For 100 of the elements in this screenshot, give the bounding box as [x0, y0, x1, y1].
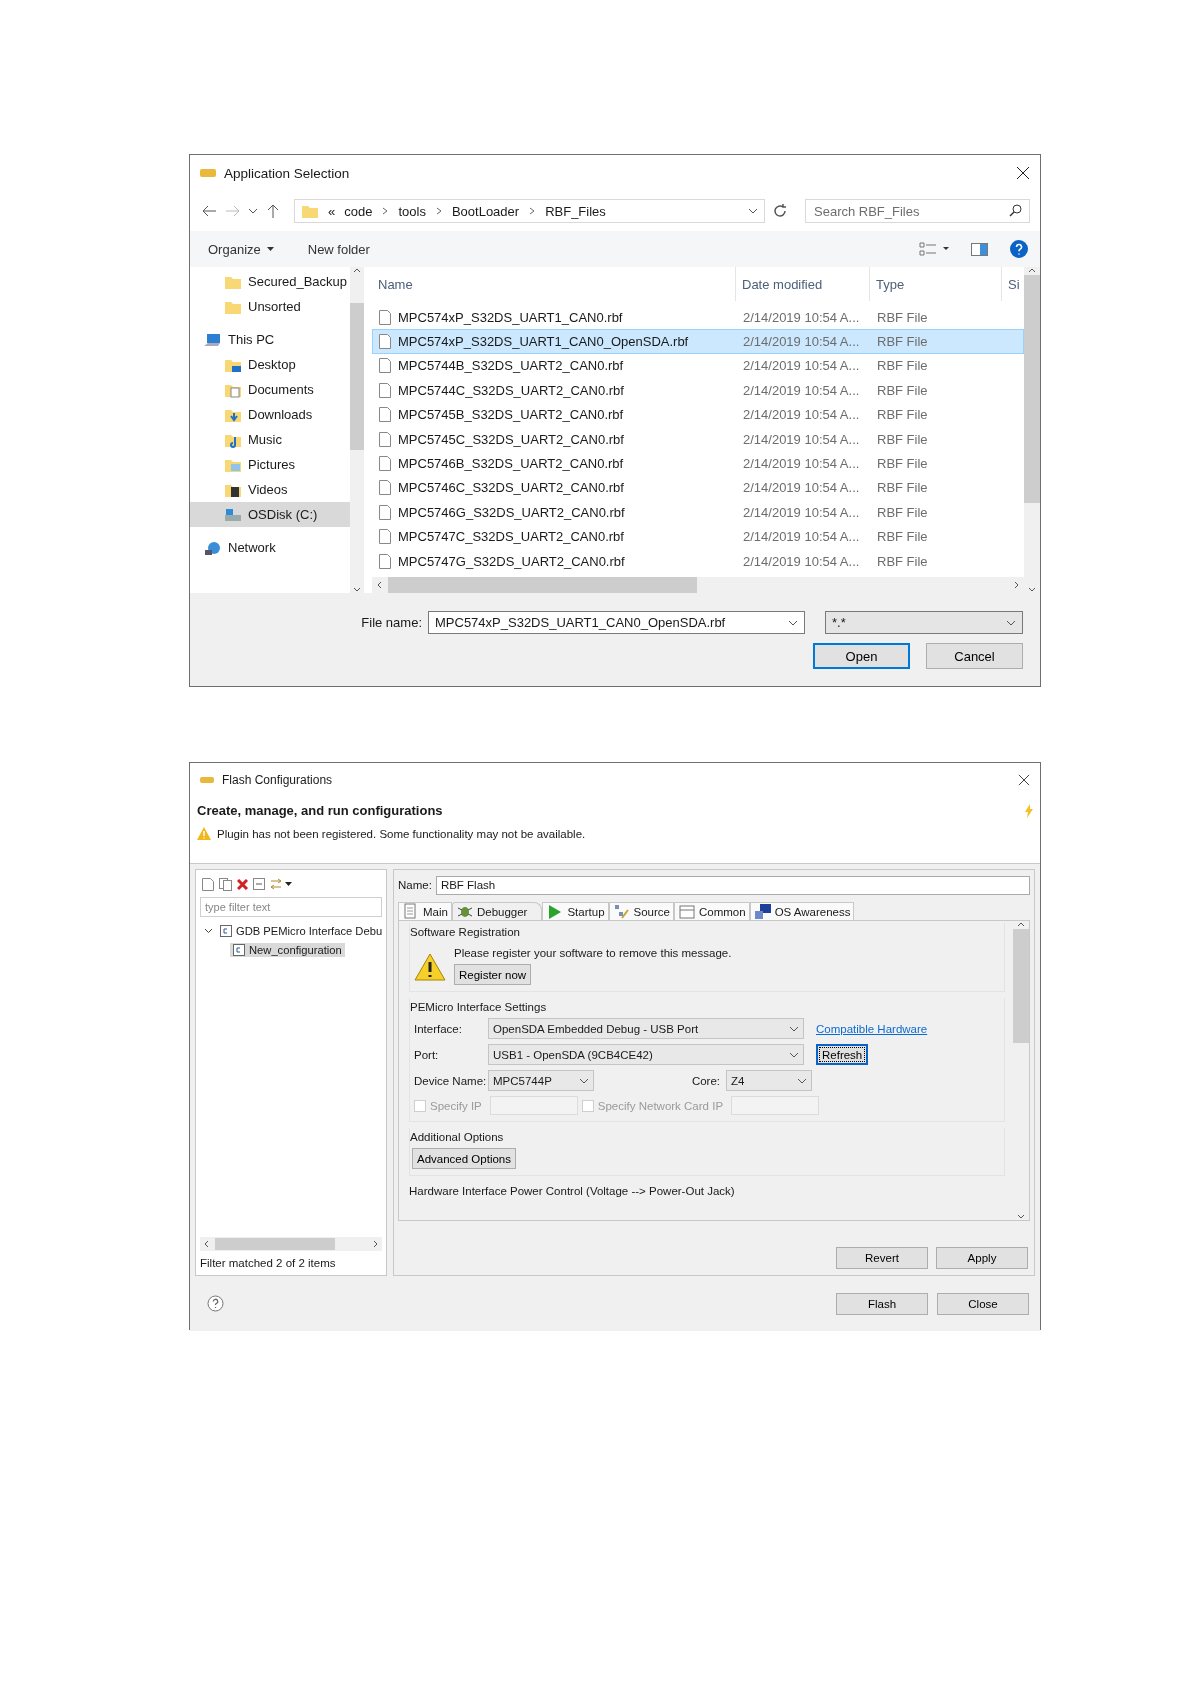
tree-item[interactable]: GDB PEMicro Interface Debu — [217, 923, 386, 938]
nav-item[interactable]: Music — [190, 427, 350, 452]
core-dropdown[interactable]: Z4 — [726, 1070, 812, 1091]
nav-item[interactable]: Secured_Backup — [190, 269, 350, 294]
file-row[interactable]: MPC5747G_S32DS_UART2_CAN0.rbf 2/14/2019 10:54 A... RBF File — [372, 548, 1024, 574]
date-modified: 2/14/2019 10:54 A... — [743, 456, 860, 472]
file-type: RBF File — [877, 358, 928, 374]
scroll-left-icon[interactable] — [376, 581, 382, 589]
help-icon[interactable] — [1010, 240, 1028, 258]
advanced-options-button[interactable]: Advanced Options — [412, 1148, 516, 1169]
delete-icon[interactable] — [237, 878, 248, 890]
dialog-button[interactable]: Flash — [836, 1292, 928, 1315]
file-name-field[interactable]: MPC574xP_S32DS_UART1_CAN0_OpenSDA.rbf — [428, 611, 805, 634]
scroll-up-icon[interactable] — [1028, 267, 1036, 273]
dialog-button[interactable]: Cancel — [926, 643, 1023, 669]
nav-item[interactable]: Videos — [190, 477, 350, 502]
duplicate-icon[interactable] — [219, 877, 232, 891]
breadcrumb[interactable]: RBF_Files — [545, 203, 606, 219]
refresh-button[interactable]: Refresh — [816, 1044, 869, 1065]
scrollbar[interactable] — [1024, 267, 1040, 593]
scroll-down-icon[interactable] — [1028, 587, 1036, 593]
nav-item[interactable]: Unsorted — [190, 294, 350, 319]
help-icon[interactable] — [207, 1295, 224, 1312]
register-button[interactable]: Register now — [454, 964, 532, 985]
file-row[interactable]: MPC5746B_S32DS_UART2_CAN0.rbf 2/14/2019 10:54 A... RBF File — [372, 451, 1024, 476]
scrollbar[interactable] — [200, 1237, 382, 1251]
filter-field[interactable]: type filter text — [200, 897, 382, 917]
interface-dropdown[interactable]: OpenSDA Embedded Debug - USB Port — [488, 1018, 804, 1039]
column-header[interactable]: Si — [1008, 276, 1020, 292]
dropdown-icon[interactable] — [248, 208, 258, 214]
refresh-icon[interactable] — [771, 202, 789, 220]
breadcrumb[interactable]: BootLoader — [451, 203, 520, 219]
file-type-dropdown[interactable]: *.* — [825, 611, 1023, 634]
tab[interactable]: Source — [608, 902, 674, 920]
dropdown-icon[interactable] — [748, 208, 758, 214]
column-header[interactable]: Type — [876, 276, 905, 292]
nav-item[interactable]: This PC — [190, 327, 350, 352]
action-button[interactable]: Revert — [836, 1247, 928, 1269]
file-row[interactable]: MPC5745B_S32DS_UART2_CAN0.rbf 2/14/2019 10:54 A... RBF File — [372, 402, 1024, 427]
column-header[interactable]: Date modified — [742, 276, 823, 292]
compatible-hardware-link[interactable]: Compatible Hardware — [816, 1022, 928, 1035]
nav-item[interactable]: OSDisk (C:) — [190, 502, 350, 527]
preview-pane-icon[interactable] — [971, 242, 988, 256]
scroll-down-icon[interactable] — [353, 587, 361, 593]
file-icon — [379, 358, 391, 374]
file-row[interactable]: MPC5746G_S32DS_UART2_CAN0.rbf 2/14/2019 10:54 A... RBF File — [372, 500, 1024, 525]
filter-icon[interactable] — [270, 878, 292, 890]
nav-item[interactable]: Desktop — [190, 352, 350, 377]
column-header[interactable]: Name — [378, 276, 413, 292]
expand-icon[interactable] — [204, 926, 213, 935]
scrollbar[interactable] — [1013, 921, 1029, 1220]
dropdown-icon[interactable] — [579, 1077, 589, 1084]
port-dropdown[interactable]: USB1 - OpenSDA (9CB4CE42) — [488, 1044, 804, 1065]
nav-item[interactable]: Pictures — [190, 452, 350, 477]
dropdown-icon[interactable] — [789, 1051, 799, 1058]
toolbar-button[interactable]: New folder — [301, 241, 376, 257]
file-row[interactable]: MPC5747C_S32DS_UART2_CAN0.rbf 2/14/2019 10:54 A... RBF File — [372, 524, 1024, 549]
name-field[interactable]: RBF Flash — [435, 875, 1030, 895]
scroll-down-icon[interactable] — [1017, 1214, 1025, 1220]
dropdown-icon[interactable] — [797, 1077, 807, 1084]
file-row[interactable]: MPC574xP_S32DS_UART1_CAN0.rbf 2/14/2019 10:54 A... RBF File — [372, 305, 1024, 330]
action-button[interactable]: Apply — [936, 1247, 1028, 1269]
file-row[interactable]: MPC5744C_S32DS_UART2_CAN0.rbf 2/14/2019 10:54 A... RBF File — [372, 378, 1024, 403]
scroll-right-icon[interactable] — [1014, 581, 1020, 589]
scrollbar[interactable] — [350, 267, 364, 593]
tab[interactable]: OS Awareness — [749, 902, 855, 920]
nav-item[interactable]: Network — [190, 535, 350, 560]
breadcrumb[interactable]: code — [344, 203, 373, 219]
new-config-icon[interactable] — [202, 877, 214, 891]
tree-item[interactable]: New_configuration — [230, 942, 345, 957]
dialog-button[interactable]: Open — [813, 643, 910, 669]
search-field[interactable]: Search RBF_Files — [805, 199, 1030, 223]
file-row[interactable]: MPC5744B_S32DS_UART2_CAN0.rbf 2/14/2019 10:54 A... RBF File — [372, 353, 1024, 379]
dropdown-icon[interactable] — [788, 619, 798, 626]
dialog-button[interactable]: Close — [937, 1292, 1029, 1315]
group-title: Hardware Interface Power Control (Voltage --> Power-Out Jack) — [409, 1184, 736, 1197]
close-icon[interactable] — [1016, 166, 1030, 180]
address-bar[interactable]: « code tools BootLoader RBF_Files — [294, 199, 765, 223]
file-row[interactable]: MPC5746C_S32DS_UART2_CAN0.rbf 2/14/2019 10:54 A... RBF File — [372, 475, 1024, 501]
file-row[interactable]: MPC5745C_S32DS_UART2_CAN0.rbf 2/14/2019 10:54 A... RBF File — [372, 426, 1024, 452]
nav-item[interactable]: Downloads — [190, 402, 350, 427]
tab[interactable]: Main — [398, 902, 452, 920]
file-row[interactable]: MPC574xP_S32DS_UART1_CAN0_OpenSDA.rbf 2/14/2019 10:54 A... RBF File — [372, 329, 1024, 354]
breadcrumb-overflow[interactable]: « — [328, 203, 336, 219]
breadcrumb[interactable]: tools — [398, 203, 426, 219]
dropdown-icon[interactable] — [789, 1025, 799, 1032]
collapse-icon[interactable] — [253, 878, 265, 890]
close-icon[interactable] — [1018, 774, 1030, 786]
toolbar-button[interactable]: Organize — [202, 241, 280, 257]
dropdown-icon[interactable] — [1006, 619, 1016, 626]
scroll-up-icon[interactable] — [353, 267, 361, 273]
scroll-right-icon[interactable] — [373, 1240, 379, 1248]
nav-item[interactable]: Documents — [190, 377, 350, 402]
scroll-left-icon[interactable] — [203, 1240, 209, 1248]
view-options-icon[interactable] — [919, 242, 949, 256]
tab[interactable]: Startup — [542, 902, 609, 920]
device-dropdown[interactable]: MPC5744P — [488, 1070, 594, 1091]
scroll-up-icon[interactable] — [1017, 921, 1025, 927]
tab[interactable]: Common — [673, 902, 750, 920]
tab[interactable]: Debugger — [451, 902, 543, 920]
